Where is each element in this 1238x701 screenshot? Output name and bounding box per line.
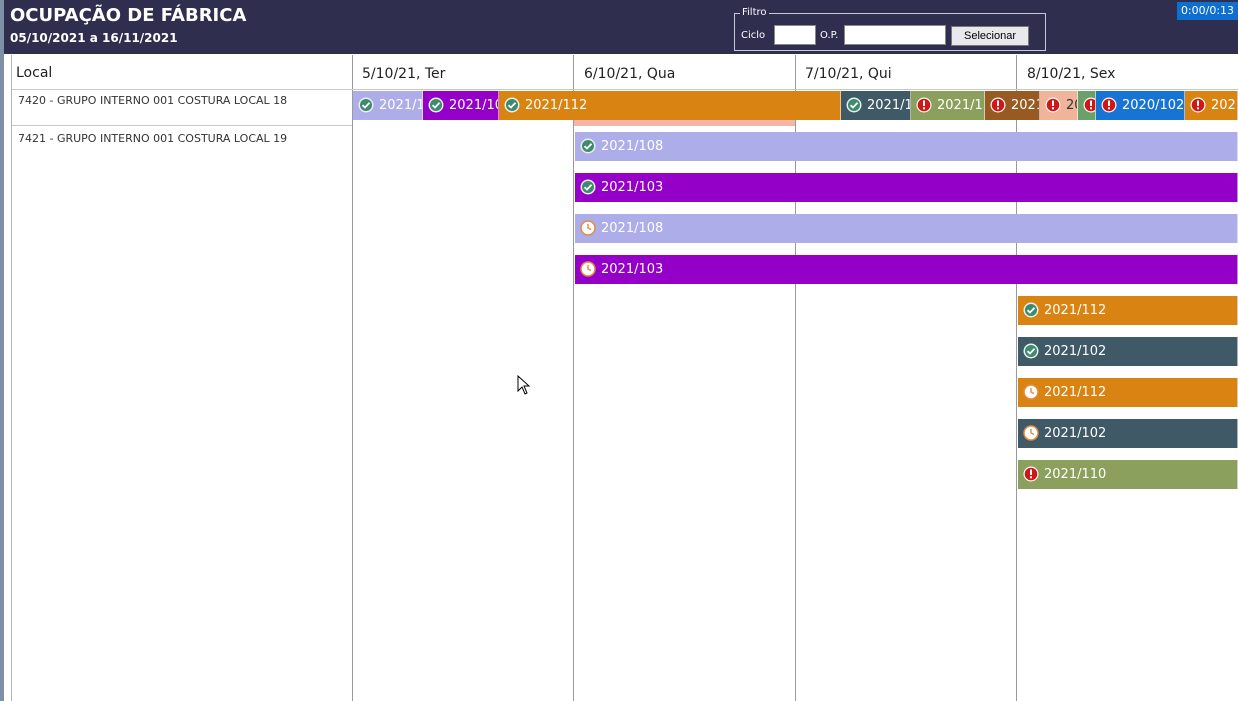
clock-icon (1023, 425, 1039, 441)
bar-label: 2021/108 (601, 139, 664, 154)
check-circle-icon (580, 179, 596, 195)
bar-label: 2021/112 (1044, 385, 1107, 400)
occupancy-bar[interactable]: 2021/102 (1018, 419, 1238, 448)
bar-label: 2021/103 (601, 262, 664, 277)
bar-label: 2021 (1011, 98, 1039, 113)
occupancy-bar[interactable]: 2021/112 (499, 91, 841, 120)
alert-circle-icon (1083, 97, 1095, 113)
bar-label: 2020/102 (1122, 98, 1185, 113)
header-row-border (12, 89, 1238, 90)
occupancy-bar[interactable]: 2021 (1185, 91, 1238, 120)
clock-icon (580, 261, 596, 277)
bar-label: 20 (1066, 98, 1077, 113)
page-title: OCUPAÇÃO DE FÁBRICA (10, 5, 247, 26)
window-frame (0, 0, 4, 701)
occupancy-bar[interactable]: 20 (1040, 91, 1078, 120)
row-divider (12, 125, 352, 126)
alert-circle-icon (1101, 97, 1117, 113)
bar-label: 2021/112 (1044, 303, 1107, 318)
bar-label: 2021/103 (449, 98, 498, 113)
occupancy-bar[interactable]: 2021/102 (1018, 337, 1238, 366)
occupancy-bar[interactable]: 2021 (985, 91, 1040, 120)
occupancy-bar[interactable]: 2021/108 (575, 132, 1238, 161)
check-circle-icon (846, 97, 862, 113)
day-header: 7/10/21, Qui (805, 66, 892, 82)
op-label: O.P. (820, 30, 839, 41)
check-circle-icon (580, 138, 596, 154)
op-input[interactable] (844, 25, 946, 45)
bar-label: 2021/103 (601, 180, 664, 195)
bar-label: 2021/102 (1044, 344, 1107, 359)
occupancy-bar[interactable]: 2021/10 (841, 91, 911, 120)
occupancy-bar[interactable] (1078, 91, 1096, 120)
alert-circle-icon (1045, 97, 1061, 113)
local-column-header (12, 55, 352, 90)
occupancy-bar[interactable]: 2021/103 (423, 91, 499, 120)
clock-icon (580, 220, 596, 236)
alert-circle-icon (1190, 97, 1206, 113)
local-header-label: Local (16, 65, 53, 81)
check-circle-icon (428, 97, 444, 113)
check-circle-icon (1023, 302, 1039, 318)
day-header: 8/10/21, Sex (1027, 66, 1116, 82)
bar-label: 2021/112 (525, 98, 588, 113)
bar-label: 2021 (1211, 98, 1237, 113)
occupancy-bar[interactable]: 2021/11 (911, 91, 985, 120)
day-header: 6/10/21, Qua (584, 66, 676, 82)
bar-label: 2021/108 (601, 221, 664, 236)
alert-circle-icon (1023, 466, 1039, 482)
timer-badge: 0:00/0:13 (1177, 2, 1238, 20)
bar-label: 2021/10 (867, 98, 910, 113)
check-circle-icon (504, 97, 520, 113)
mouse-cursor-icon (517, 375, 531, 395)
clock-icon (1023, 384, 1039, 400)
filter-legend: Filtro (740, 7, 769, 18)
ciclo-input[interactable] (774, 25, 816, 45)
bar-label: 2021/11 (937, 98, 984, 113)
alert-circle-icon (990, 97, 1006, 113)
ciclo-label: Ciclo (741, 30, 766, 41)
column-divider (573, 55, 574, 701)
bar-label: 2021/102 (1044, 426, 1107, 441)
occupancy-bar[interactable]: 2021/103 (575, 173, 1238, 202)
bar-label: 2021/10 (379, 98, 422, 113)
day-header: 5/10/21, Ter (362, 66, 446, 82)
row-label-local-18: 7420 - GRUPO INTERNO 001 COSTURA LOCAL 1… (18, 94, 288, 107)
occupancy-bar[interactable]: 2021/110 (1018, 460, 1238, 489)
select-button[interactable]: Selecionar (951, 26, 1029, 46)
occupancy-bar[interactable]: 2021/103 (575, 255, 1238, 284)
check-circle-icon (358, 97, 374, 113)
row-label-local-19: 7421 - GRUPO INTERNO 001 COSTURA LOCAL 1… (18, 132, 288, 145)
occupancy-bar[interactable]: 2021/10 (353, 91, 423, 120)
occupancy-bar[interactable]: 2021/108 (575, 214, 1238, 243)
grid-left-border (11, 55, 12, 701)
occupancy-bar[interactable]: 2021/112 (1018, 296, 1238, 325)
occupancy-strip (574, 119, 795, 126)
date-range: 05/10/2021 a 16/11/2021 (10, 31, 178, 45)
occupancy-bar[interactable]: 2021/112 (1018, 378, 1238, 407)
occupancy-bar[interactable]: 2020/102 (1096, 91, 1185, 120)
check-circle-icon (1023, 343, 1039, 359)
column-divider (352, 55, 353, 701)
bar-label: 2021/110 (1044, 467, 1107, 482)
alert-circle-icon (916, 97, 932, 113)
